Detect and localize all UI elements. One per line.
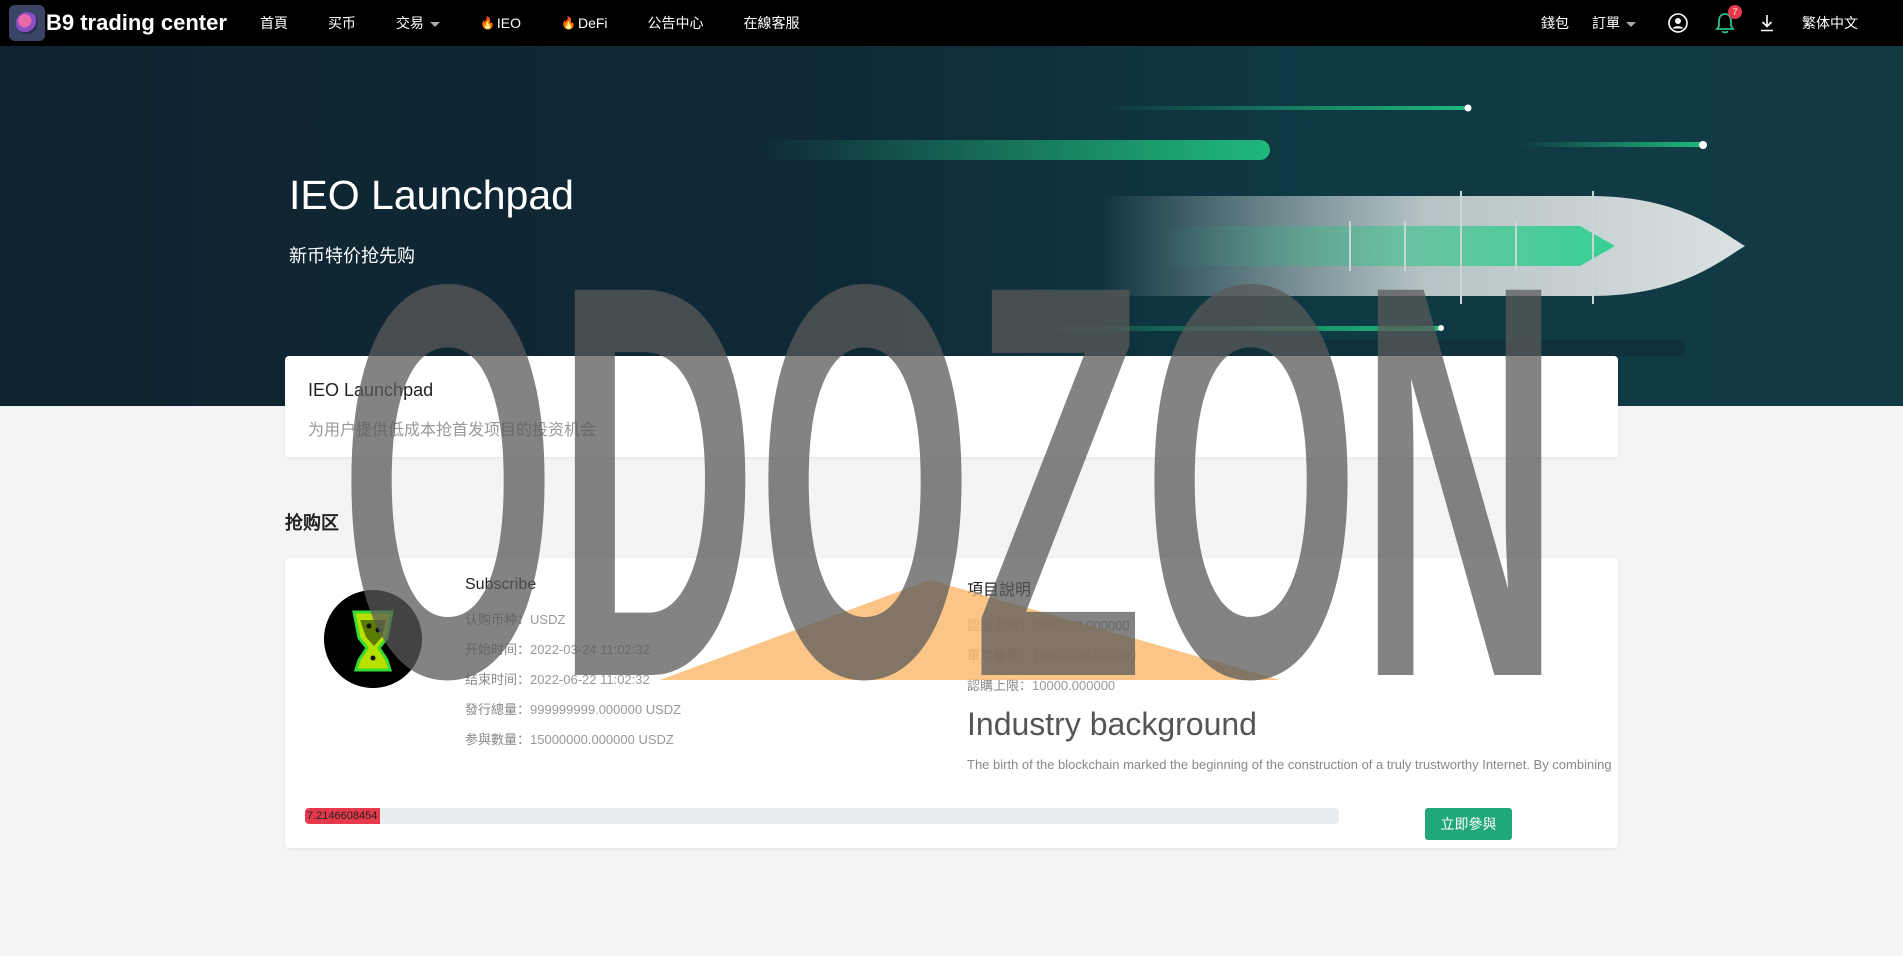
nav-item-support[interactable]: 在線客服 [744, 13, 800, 33]
nav-item-announcements[interactable]: 公告中心 [648, 13, 704, 33]
user-account-button[interactable] [1668, 13, 1688, 33]
info-value: 15000000.000000 USDZ [530, 732, 674, 747]
detail-label: 認購上限： [967, 618, 1033, 633]
detail-value: 15000000.000000 [1032, 648, 1137, 663]
detail-row: 認購上限：9999999.000000 [967, 611, 1613, 641]
rocket-illustration [760, 104, 1745, 356]
info-row: 认购币种：USDZ [465, 605, 681, 635]
industry-background-text: The birth of the blockchain marked the b… [967, 757, 1612, 772]
top-navbar: B9 trading center 首頁 买币 交易 🔥 IEO 🔥 DeFi 公告… [0, 0, 1903, 46]
wallet-link[interactable]: 錢包 [1541, 13, 1569, 33]
nav-label: 公告中心 [647, 15, 704, 31]
nav-label: 交易 [395, 15, 424, 31]
section-title: 抢购区 [285, 513, 339, 533]
notification-badge: 7 [1728, 5, 1742, 19]
info-label: 發行總量： [465, 702, 531, 717]
progress-fill: 7.2146608454 [305, 808, 380, 824]
nav-label: IEO [496, 15, 522, 31]
info-label: 参與數量： [465, 732, 531, 747]
subscribe-heading: Subscribe [465, 576, 537, 593]
wallet-label: 錢包 [1541, 15, 1569, 31]
brand[interactable]: B9 trading center [9, 5, 227, 41]
chevron-down-icon [1626, 21, 1636, 27]
intro-card: IEO Launchpad 为用户提供低成本抢首发项目的投资机会 [285, 356, 1618, 457]
hero-title: IEO Launchpad [289, 172, 574, 218]
detail-row: 單次最低：15000000.000000 [967, 641, 1613, 671]
intro-title: IEO Launchpad [308, 380, 434, 400]
detail-label: 認購上限： [967, 678, 1033, 693]
hero-banner: IEO Launchpad 新币特价抢先购 [0, 46, 1903, 406]
info-row: 开始时间：2022-03-24 11:02:32 [465, 635, 681, 665]
main-nav: 首頁 买币 交易 🔥 IEO 🔥 DeFi 公告中心 在線客服 [260, 13, 840, 33]
detail-value: 10000.000000 [1032, 678, 1116, 693]
info-value: 2022-03-24 11:02:32 [530, 642, 650, 657]
info-label: 结束时间： [465, 672, 531, 687]
nav-item-buy[interactable]: 买币 [328, 13, 356, 33]
orders-dropdown[interactable]: 訂單 [1592, 13, 1636, 33]
flame-icon: 🔥 [561, 16, 576, 30]
user-icon [1668, 13, 1688, 33]
hero-subtitle: 新币特价抢先购 [289, 246, 415, 266]
subscription-info: Subscribe 认购币种：USDZ 开始时间：2022-03-24 11:0… [465, 576, 681, 755]
language-label: 繁体中文 [1802, 15, 1858, 31]
subscription-progress-bar: 7.2146608454 [305, 808, 1339, 824]
industry-background-title: Industry background [967, 706, 1257, 742]
info-label: 认购币种： [465, 612, 531, 627]
nav-label: DeFi [577, 15, 608, 31]
info-row: 發行總量：999999999.000000 USDZ [465, 695, 681, 725]
orders-label: 訂單 [1592, 15, 1620, 31]
language-selector[interactable]: 繁体中文 [1802, 13, 1858, 33]
detail-value: 9999999.000000 [1032, 618, 1130, 633]
info-value: 2022-06-22 11:02:32 [530, 672, 650, 687]
detail-label: 單次最低： [967, 648, 1033, 663]
info-row: 参與數量：15000000.000000 USDZ [465, 725, 681, 755]
nav-item-home[interactable]: 首頁 [260, 13, 288, 33]
join-now-button[interactable]: 立即參與 [1425, 808, 1512, 840]
download-button[interactable] [1760, 14, 1774, 32]
nav-label: 在線客服 [743, 15, 800, 31]
nav-item-ieo[interactable]: 🔥 IEO [480, 15, 521, 31]
nav-label: 首頁 [259, 15, 288, 31]
info-label: 开始时间： [465, 642, 531, 657]
nav-item-trade[interactable]: 交易 [396, 13, 440, 33]
chevron-down-icon [429, 21, 440, 27]
download-icon [1761, 15, 1773, 32]
notification-button[interactable]: 7 [1714, 5, 1742, 35]
project-card: Subscribe 认购币种：USDZ 开始时间：2022-03-24 11:0… [285, 558, 1618, 848]
coin-logo [324, 590, 422, 688]
info-row: 结束时间：2022-06-22 11:02:32 [465, 665, 681, 695]
brand-name: B9 trading center [46, 10, 227, 35]
nav-label: 买币 [327, 15, 356, 31]
info-value: USDZ [530, 612, 566, 627]
brand-logo-icon [9, 5, 45, 41]
nav-right: 錢包 訂單 7 繁体中文 [1541, 0, 1903, 46]
detail-row: 認購上限：10000.000000 [967, 671, 1613, 701]
project-details: 項目說明 認購上限：9999999.000000 單次最低：15000000.0… [967, 576, 1613, 772]
flame-icon: 🔥 [479, 16, 495, 30]
nav-item-defi[interactable]: 🔥 DeFi [561, 15, 608, 31]
details-heading: 項目說明 [967, 582, 1032, 599]
info-value: 999999999.000000 USDZ [530, 702, 682, 717]
intro-description: 为用户提供低成本抢首发项目的投资机会 [308, 422, 597, 439]
